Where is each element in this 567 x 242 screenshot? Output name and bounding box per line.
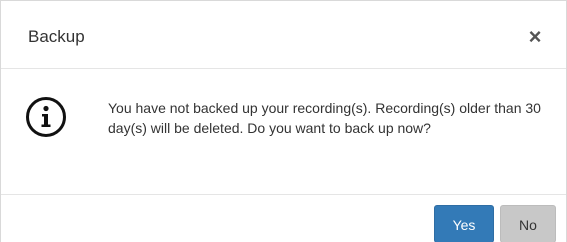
dialog-title: Backup bbox=[28, 27, 85, 46]
dialog-footer: Yes No bbox=[1, 195, 566, 242]
no-button[interactable]: No bbox=[500, 205, 556, 242]
yes-button[interactable]: Yes bbox=[434, 205, 494, 242]
info-icon bbox=[26, 97, 66, 137]
dialog-header: Backup × bbox=[1, 1, 566, 69]
dialog-message: You have not backed up your recording(s)… bbox=[108, 100, 541, 136]
close-icon[interactable]: × bbox=[523, 25, 547, 49]
backup-dialog: Backup × You have not backed up your rec… bbox=[0, 0, 567, 242]
dialog-body: You have not backed up your recording(s)… bbox=[1, 69, 566, 195]
